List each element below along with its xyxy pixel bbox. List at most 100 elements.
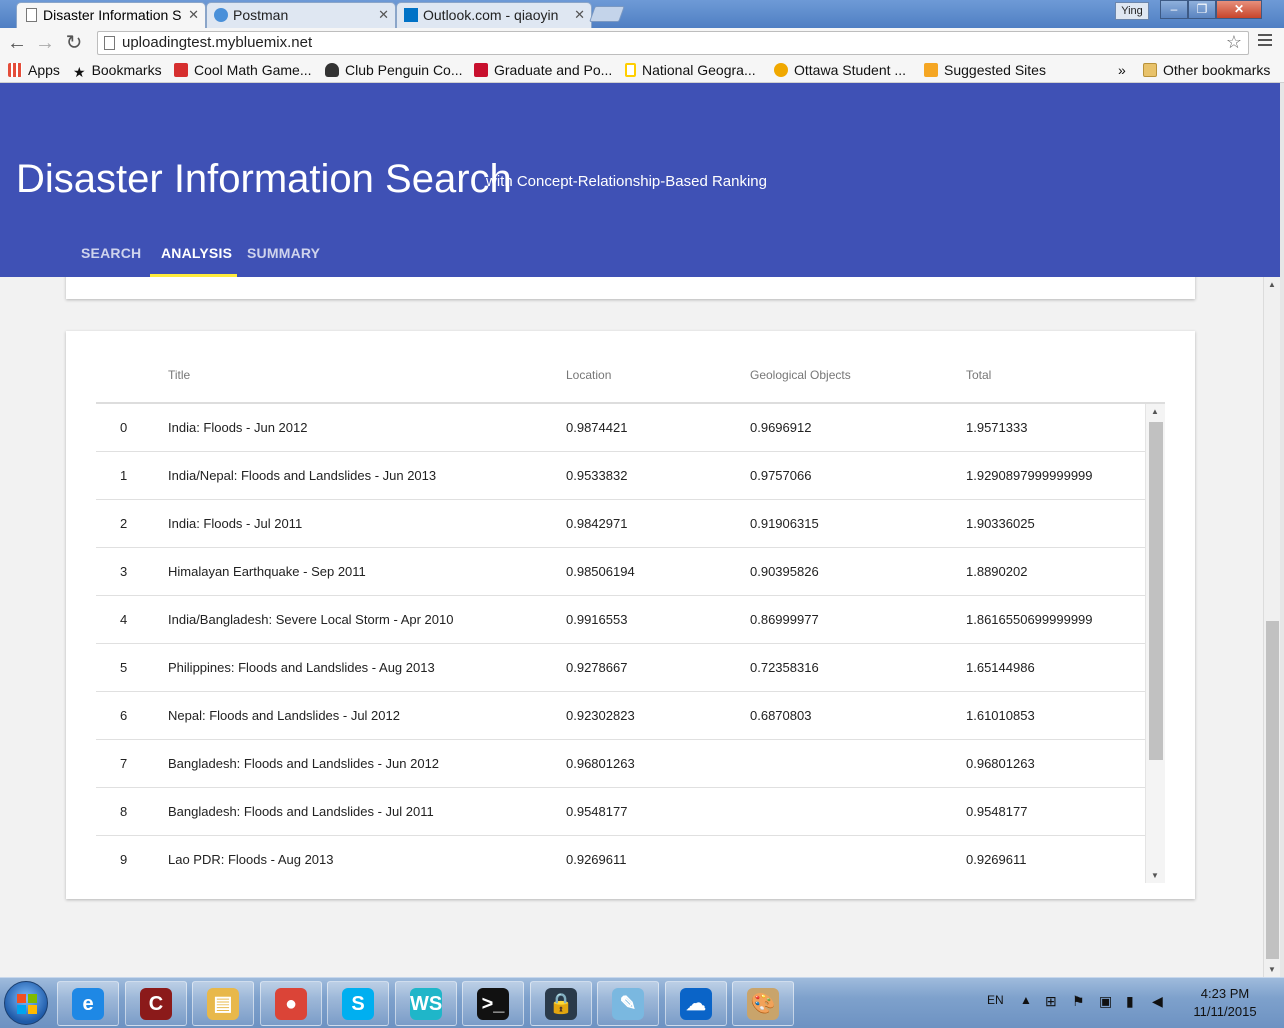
taskbar-app-notepad[interactable]: ✎ (597, 981, 659, 1026)
table-row[interactable]: 2 India: Floods - Jul 2011 0.9842971 0.9… (96, 500, 1145, 548)
volume-icon[interactable]: ◀ (1152, 993, 1163, 1010)
clock-time: 4:23 PM (1200, 986, 1250, 1001)
close-icon[interactable]: ✕ (378, 3, 389, 27)
table-row[interactable]: 7 Bangladesh: Floods and Landslides - Ju… (96, 740, 1145, 788)
close-icon[interactable]: ✕ (574, 3, 585, 27)
language-indicator[interactable]: EN (987, 993, 1004, 1007)
security-lock-icon: 🔒 (545, 988, 577, 1020)
star-icon: ★ (73, 64, 86, 80)
row-location-score: 0.9548177 (566, 804, 628, 819)
taskbar-app-chrome[interactable]: ● (260, 981, 322, 1026)
row-title: India/Bangladesh: Severe Local Storm - A… (168, 612, 454, 627)
tab-label: Disaster Information S (43, 7, 182, 23)
taskbar-app-command-prompt[interactable]: >_ (462, 981, 524, 1026)
column-header-title[interactable]: Title (168, 368, 190, 382)
table-scrollbar-thumb[interactable] (1149, 422, 1163, 760)
row-geo-score: 0.90395826 (750, 564, 819, 579)
browser-tab-disaster[interactable]: Disaster Information S ✕ (16, 2, 206, 28)
scroll-down-arrow-icon[interactable]: ▼ (1151, 871, 1159, 880)
minimize-button[interactable]: – (1160, 0, 1188, 19)
page-icon (104, 36, 115, 50)
maximize-button[interactable]: ❐ (1188, 0, 1216, 19)
maple-leaf-icon (474, 63, 488, 77)
row-geo-score: 0.91906315 (750, 516, 819, 531)
hamburger-menu-icon[interactable] (1258, 34, 1272, 49)
taskbar-app-paint[interactable]: 🎨 (732, 981, 794, 1026)
start-button[interactable] (4, 981, 48, 1025)
close-icon[interactable]: ✕ (188, 3, 199, 27)
bookmark-natgeo[interactable]: National Geogra... (625, 62, 756, 78)
table-scrollbar[interactable]: ▲ ▼ (1145, 404, 1165, 883)
column-header-location[interactable]: Location (566, 368, 611, 382)
bookmark-bookmarks[interactable]: ★ Bookmarks (73, 62, 162, 80)
forward-arrow-icon[interactable]: → (34, 32, 56, 54)
browser-tab-strip: Disaster Information S ✕ Postman ✕ Outlo… (0, 0, 1284, 28)
browser-toolbar: ← → ↻ uploadingtest.mybluemix.net ☆ (0, 28, 1284, 58)
browser-tab-outlook[interactable]: Outlook.com - qiaoyin ✕ (396, 2, 592, 28)
apps-grid-icon (8, 63, 22, 77)
row-location-score: 0.9842971 (566, 516, 628, 531)
network-signal-icon[interactable]: ▮ (1126, 993, 1134, 1010)
action-center-flag-icon[interactable]: ⚑ (1072, 993, 1085, 1010)
url-text[interactable]: uploadingtest.mybluemix.net (122, 34, 312, 51)
chrome-icon: ● (275, 988, 307, 1020)
tab-analysis[interactable]: ANALYSIS (161, 245, 232, 261)
main-content: Title Location Geological Objects Total … (0, 277, 1263, 977)
row-total-score: 0.96801263 (966, 756, 1035, 771)
column-header-total[interactable]: Total (966, 368, 991, 382)
page-subtitle: with Concept-Relationship-Based Ranking (486, 173, 767, 190)
bookmark-suggested-sites[interactable]: Suggested Sites (924, 62, 1046, 78)
table-row[interactable]: 1 India/Nepal: Floods and Landslides - J… (96, 452, 1145, 500)
taskbar-app-internet-explorer[interactable]: e (57, 981, 119, 1026)
star-icon[interactable]: ☆ (1226, 32, 1242, 53)
row-total-score: 0.9269611 (966, 852, 1027, 867)
bookmark-club-penguin[interactable]: Club Penguin Co... (325, 62, 463, 78)
page-scrollbar-thumb[interactable] (1266, 621, 1279, 959)
results-table-card: Title Location Geological Objects Total … (66, 331, 1195, 899)
show-hidden-icons-chevron[interactable]: ▲ (1020, 993, 1032, 1007)
bookmark-ottawa-student[interactable]: Ottawa Student ... (774, 62, 906, 78)
taskbar-app-onedrive[interactable]: ☁ (665, 981, 727, 1026)
column-header-geological-objects[interactable]: Geological Objects (750, 368, 851, 382)
system-clock[interactable]: 4:23 PM 11/11/2015 (1180, 985, 1270, 1021)
taskbar-app-collins-dictionary[interactable]: C (125, 981, 187, 1026)
bookmark-cool-math[interactable]: Cool Math Game... (174, 62, 312, 78)
penguin-icon (325, 63, 339, 77)
table-row[interactable]: 5 Philippines: Floods and Landslides - A… (96, 644, 1145, 692)
natgeo-icon (625, 63, 636, 77)
profile-badge[interactable]: Ying (1115, 2, 1149, 20)
tab-summary[interactable]: SUMMARY (247, 245, 320, 261)
table-row[interactable]: 3 Himalayan Earthquake - Sep 2011 0.9850… (96, 548, 1145, 596)
table-row[interactable]: 9 Lao PDR: Floods - Aug 2013 0.9269611 0… (96, 836, 1145, 883)
table-row[interactable]: 4 India/Bangladesh: Severe Local Storm -… (96, 596, 1145, 644)
row-title: Nepal: Floods and Landslides - Jul 2012 (168, 708, 400, 723)
taskbar-app-webstorm[interactable]: WS (395, 981, 457, 1026)
close-window-button[interactable]: ✕ (1216, 0, 1262, 19)
scroll-up-arrow-icon[interactable]: ▲ (1151, 407, 1159, 416)
bookmark-apps[interactable]: Apps (8, 62, 60, 78)
address-bar[interactable]: uploadingtest.mybluemix.net ☆ (97, 31, 1249, 55)
bookmark-graduate[interactable]: Graduate and Po... (474, 62, 612, 78)
page-scrollbar[interactable]: ▲ ▼ (1263, 277, 1280, 977)
browser-tab-postman[interactable]: Postman ✕ (206, 2, 396, 28)
new-tab-button[interactable] (589, 6, 625, 22)
device-icon[interactable]: ▣ (1099, 993, 1112, 1010)
scroll-up-arrow-icon[interactable]: ▲ (1268, 280, 1276, 289)
table-row[interactable]: 6 Nepal: Floods and Landslides - Jul 201… (96, 692, 1145, 740)
taskbar-app-file-explorer[interactable]: ▤ (192, 981, 254, 1026)
back-arrow-icon[interactable]: ← (6, 32, 28, 54)
row-location-score: 0.9874421 (566, 420, 628, 435)
windows-flag-icon[interactable]: ⊞ (1045, 993, 1057, 1010)
taskbar-app-skype[interactable]: S (327, 981, 389, 1026)
internet-explorer-icon: e (72, 988, 104, 1020)
bookmarks-overflow-chevron[interactable]: » (1118, 62, 1126, 78)
reload-icon[interactable]: ↻ (63, 32, 85, 54)
row-index: 6 (120, 708, 128, 723)
row-index: 0 (120, 420, 128, 435)
table-row[interactable]: 0 India: Floods - Jun 2012 0.9874421 0.9… (96, 404, 1145, 452)
table-row[interactable]: 8 Bangladesh: Floods and Landslides - Ju… (96, 788, 1145, 836)
tab-search[interactable]: SEARCH (81, 245, 141, 261)
scroll-down-arrow-icon[interactable]: ▼ (1268, 965, 1276, 974)
other-bookmarks-folder[interactable]: Other bookmarks (1143, 62, 1270, 78)
taskbar-app-security-lock[interactable]: 🔒 (530, 981, 592, 1026)
